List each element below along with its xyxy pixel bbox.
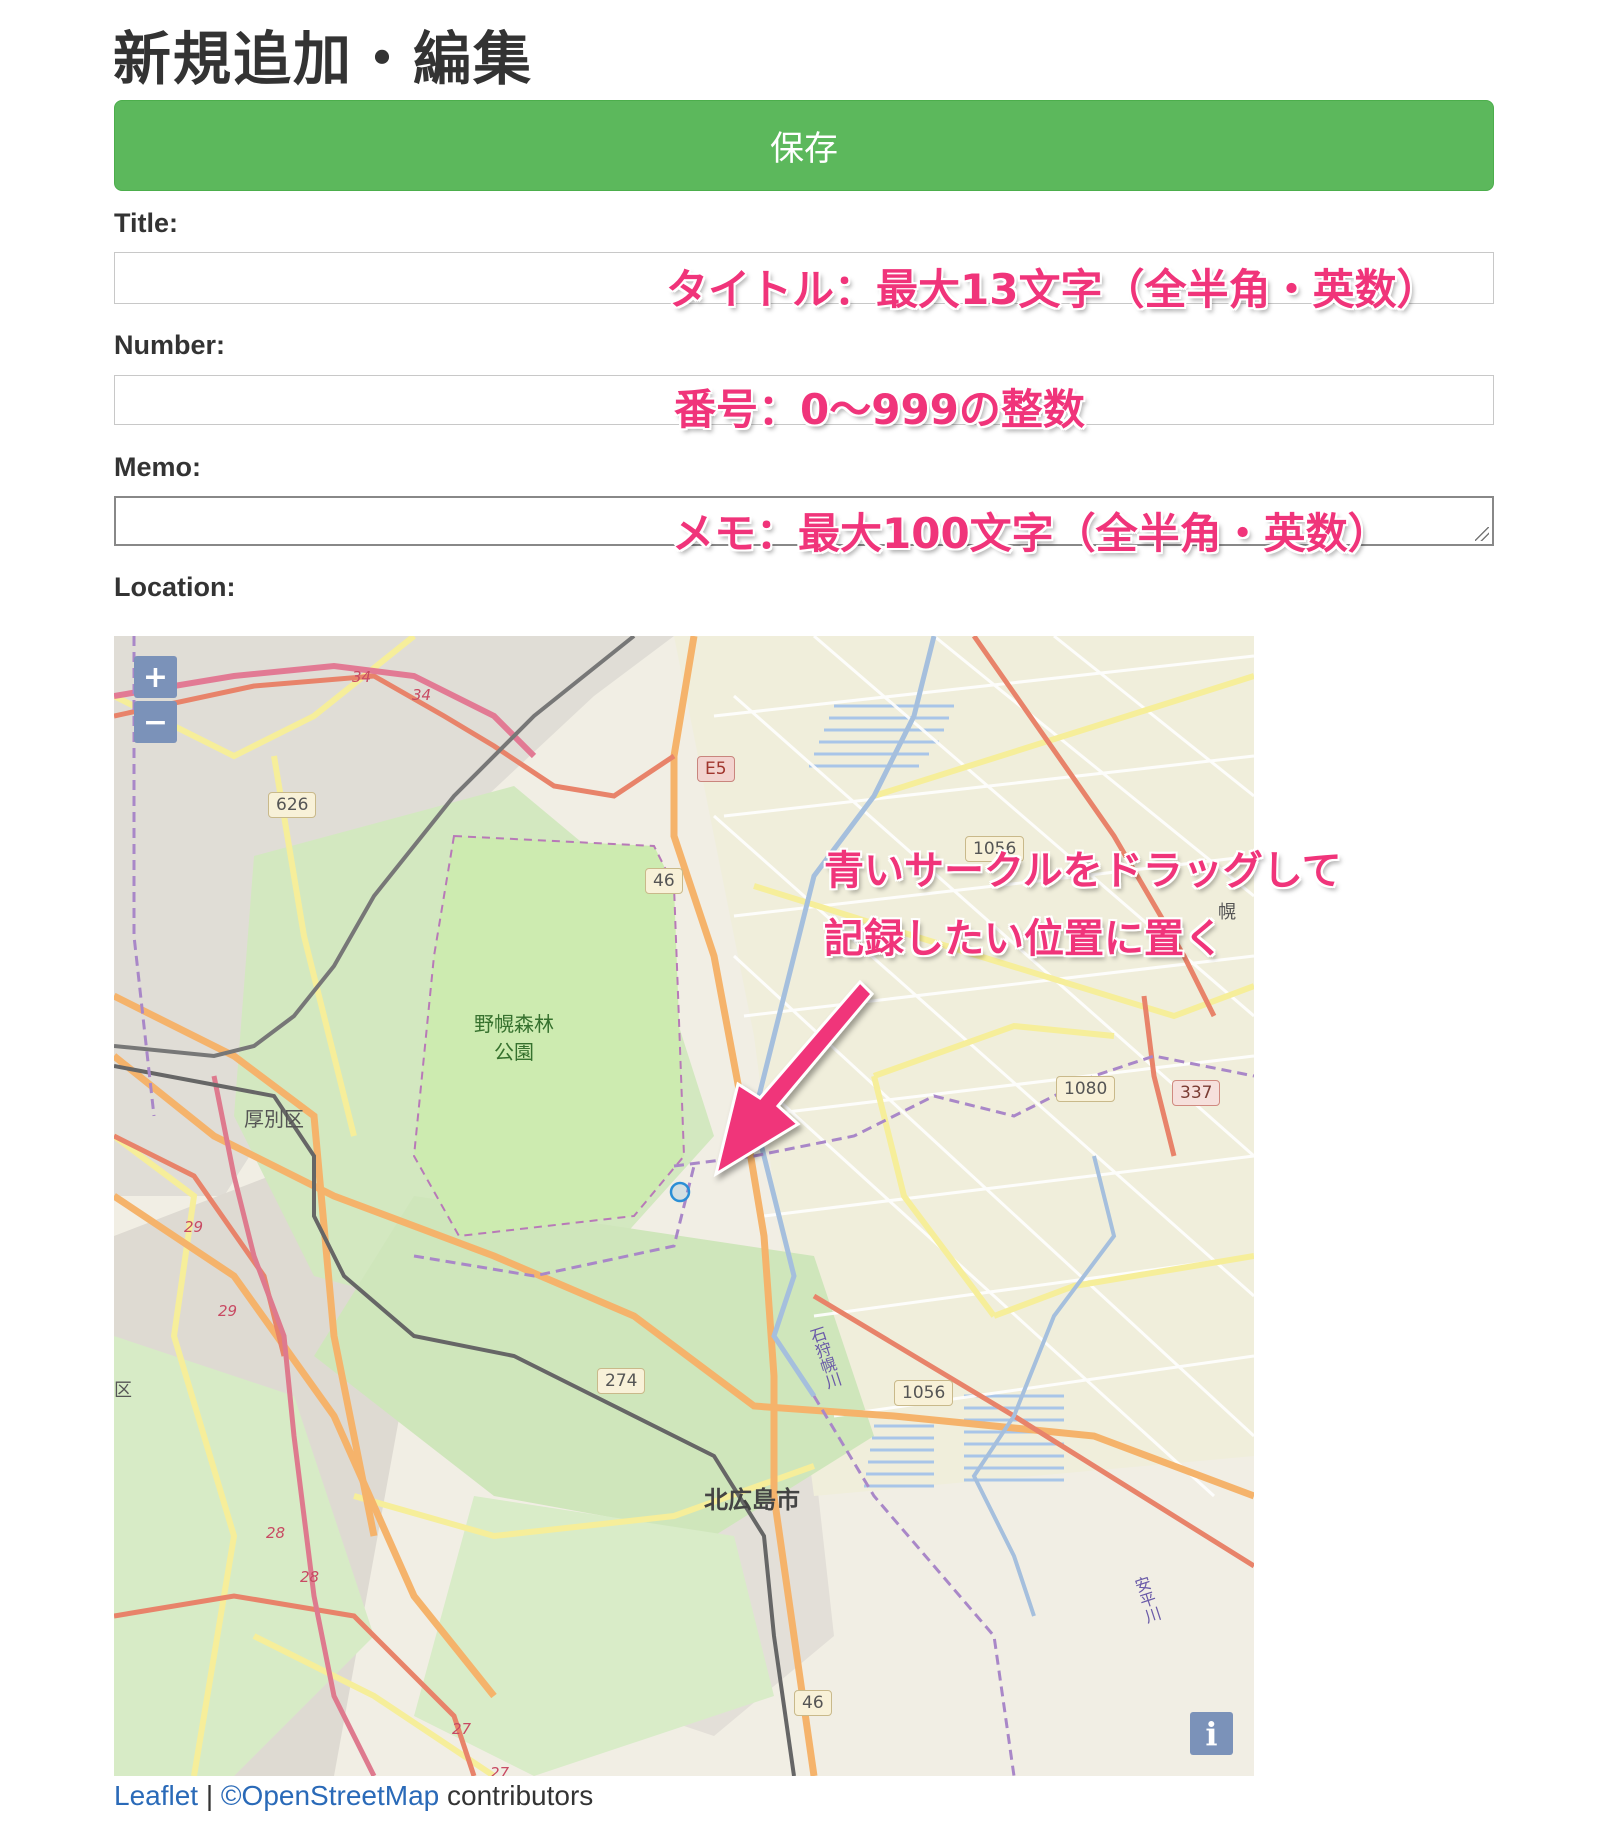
city-label: 北広島市 <box>704 1486 800 1514</box>
zoom-out-button[interactable]: − <box>134 701 177 743</box>
red-route-number: 29 <box>184 1218 204 1236</box>
memo-hint-annotation: メモ：最大100文字（全半角・英数） <box>672 509 1390 558</box>
osm-link[interactable]: ©OpenStreetMap <box>221 1780 439 1811</box>
ward-edge-label: 区 <box>114 1380 132 1401</box>
park-label-line2: 公園 <box>494 1040 534 1064</box>
location-map[interactable]: 野幌森林 公園 厚別区 北広島市 区 幌 石狩幌川 安平川 E5 626 46 105… <box>114 636 1254 1776</box>
number-hint-annotation: 番号：0〜999の整数 <box>674 385 1085 434</box>
attribution-contributors: contributors <box>439 1780 594 1811</box>
save-button[interactable]: 保存 <box>114 100 1494 191</box>
park-label: 野幌森林 <box>474 1012 554 1036</box>
red-route-number: 34 <box>412 686 432 704</box>
resize-grip-icon[interactable] <box>1475 527 1489 541</box>
info-button[interactable]: i <box>1190 1712 1233 1755</box>
red-route-number: 27 <box>490 1764 510 1776</box>
attribution-separator: | <box>198 1780 221 1811</box>
map-hint-line2: 記録したい位置に置く <box>824 916 1224 962</box>
zoom-in-button[interactable]: + <box>134 656 177 698</box>
map-attribution: Leaflet | ©OpenStreetMap contributors <box>114 1780 593 1812</box>
route-shield: 46 <box>794 1690 832 1716</box>
route-shield: 1080 <box>1056 1076 1116 1102</box>
red-route-number: 29 <box>218 1302 238 1320</box>
route-shield: 274 <box>597 1368 646 1394</box>
red-route-number: 28 <box>300 1568 320 1586</box>
location-marker-circle[interactable] <box>668 1180 692 1204</box>
route-shield: 1056 <box>894 1380 954 1406</box>
leaflet-link[interactable]: Leaflet <box>114 1780 198 1811</box>
ward-label: 厚別区 <box>244 1107 304 1131</box>
memo-label: Memo: <box>114 452 201 482</box>
title-label: Title: <box>114 208 179 238</box>
arrow-annotation-icon <box>713 979 875 1178</box>
red-route-number: 28 <box>266 1524 286 1542</box>
page-title: 新規追加・編集 <box>113 25 534 93</box>
red-route-number: 27 <box>452 1720 472 1738</box>
red-route-number: 34 <box>352 668 372 686</box>
number-label: Number: <box>114 330 226 360</box>
zoom-control: + − <box>134 656 177 743</box>
title-hint-annotation: タイトル：最大13文字（全半角・英数） <box>666 265 1439 314</box>
route-shield: 337 <box>1172 1080 1221 1106</box>
route-shield: 626 <box>268 792 317 818</box>
route-shield: E5 <box>697 756 735 782</box>
location-label: Location: <box>114 572 236 602</box>
map-hint-line1: 青いサークルをドラッグして <box>824 848 1342 894</box>
route-shield: 46 <box>645 868 683 894</box>
